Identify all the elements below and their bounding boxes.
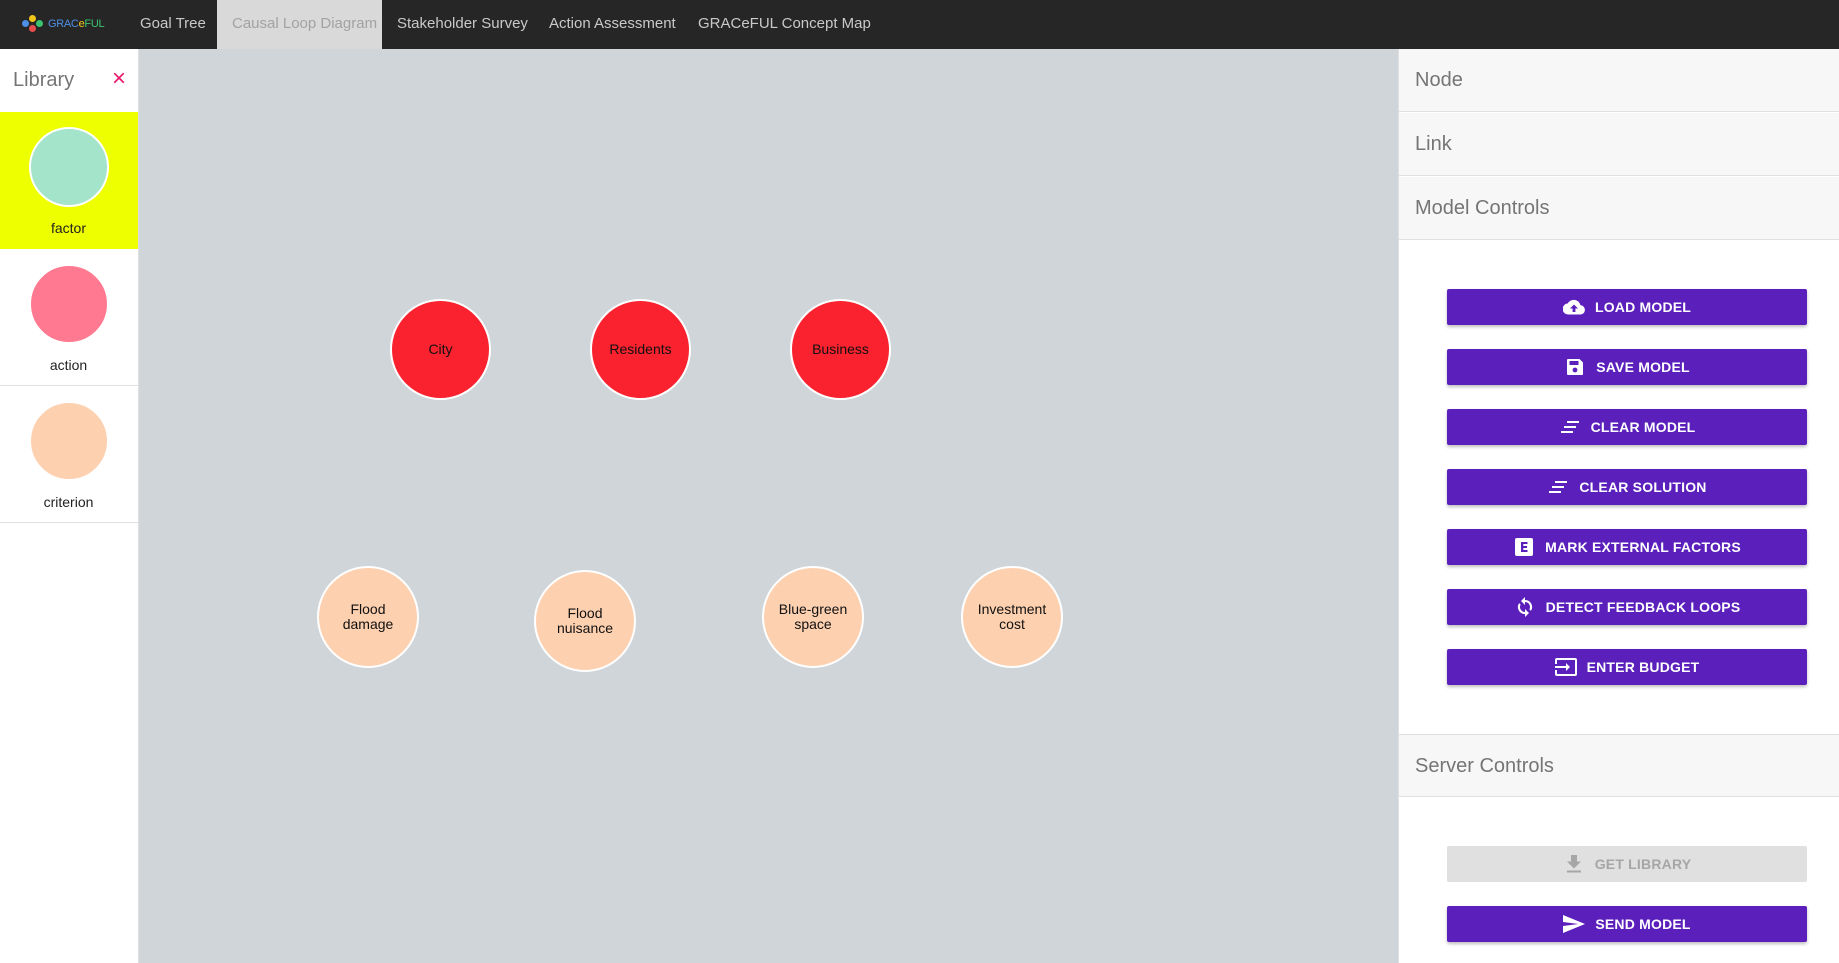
button-label: LOAD MODEL xyxy=(1594,299,1692,315)
button-label: MARK EXTERNAL FACTORS xyxy=(1545,539,1741,555)
library-item-criterion[interactable]: criterion xyxy=(0,386,138,523)
library-item-label: action xyxy=(49,357,88,373)
library-item-label: factor xyxy=(50,220,86,236)
server-controls-section-header[interactable]: Server Controls xyxy=(1399,734,1839,797)
node-label: Blue-green space xyxy=(778,601,848,632)
logo-text-part-a: GRAC xyxy=(48,18,79,30)
enter-budget-button[interactable]: ENTER BUDGET xyxy=(1447,649,1807,685)
node-business[interactable]: Business xyxy=(790,299,891,400)
node-investment-cost[interactable]: Investment cost xyxy=(961,566,1063,668)
library-sidebar: Library × factor action criterion xyxy=(0,49,139,963)
load-model-button[interactable]: LOAD MODEL xyxy=(1447,289,1807,325)
people-logo-icon xyxy=(22,15,44,33)
library-title: Library xyxy=(13,69,75,91)
tab-action-assessment[interactable]: Action Assessment xyxy=(534,0,691,49)
node-blue-green-space[interactable]: Blue-green space xyxy=(762,566,864,668)
factor-shape-icon xyxy=(29,127,109,207)
properties-panel: Node Link Model Controls LOAD MODEL SAVE… xyxy=(1398,49,1839,963)
cloud-upload-icon xyxy=(1562,296,1585,318)
section-title: Model Controls xyxy=(1415,197,1550,219)
tab-stakeholder-survey[interactable]: Stakeholder Survey xyxy=(382,0,543,49)
save-model-button[interactable]: SAVE MODEL xyxy=(1447,349,1807,385)
clear-lines-icon xyxy=(1547,476,1569,498)
logo-text: GRACeFUL xyxy=(48,18,105,30)
button-label: GET LIBRARY xyxy=(1594,856,1692,872)
node-label: Investment cost xyxy=(977,601,1047,632)
criterion-shape-icon xyxy=(29,401,109,481)
node-section-header[interactable]: Node xyxy=(1399,49,1839,112)
graceful-logo[interactable]: GRACeFUL xyxy=(22,14,105,34)
close-icon[interactable]: × xyxy=(108,67,130,91)
clear-lines-icon xyxy=(1559,416,1581,438)
clear-solution-button[interactable]: CLEAR SOLUTION xyxy=(1447,469,1807,505)
action-shape-icon xyxy=(29,264,109,344)
clear-model-button[interactable]: CLEAR MODEL xyxy=(1447,409,1807,445)
detect-feedback-loops-button[interactable]: DETECT FEEDBACK LOOPS xyxy=(1447,589,1807,625)
button-label: DETECT FEEDBACK LOOPS xyxy=(1545,599,1741,615)
library-item-label: criterion xyxy=(43,494,94,510)
button-label: SAVE MODEL xyxy=(1596,359,1690,375)
button-label: CLEAR SOLUTION xyxy=(1579,479,1707,495)
node-label: Business xyxy=(812,341,869,357)
button-label: CLEAR MODEL xyxy=(1590,419,1696,435)
tab-causal-loop-diagram[interactable]: Causal Loop Diagram xyxy=(217,0,382,49)
save-icon xyxy=(1564,356,1586,378)
download-icon xyxy=(1563,853,1585,875)
diagram-canvas[interactable]: City Residents Business Flood damage Flo… xyxy=(139,49,1398,963)
button-label: ENTER BUDGET xyxy=(1586,659,1700,675)
tab-graceful-concept-map[interactable]: GRACeFUL Concept Map xyxy=(683,0,886,49)
node-city[interactable]: City xyxy=(390,299,491,400)
section-title: Server Controls xyxy=(1415,755,1554,777)
library-item-action[interactable]: action xyxy=(0,249,138,386)
library-item-factor[interactable]: factor xyxy=(0,112,138,249)
node-label: Flood nuisance xyxy=(556,605,614,636)
send-icon xyxy=(1563,913,1586,935)
external-e-icon xyxy=(1513,536,1535,558)
node-flood-damage[interactable]: Flood damage xyxy=(317,566,419,668)
node-residents[interactable]: Residents xyxy=(590,299,691,400)
section-title: Link xyxy=(1415,133,1452,155)
library-header: Library × xyxy=(0,49,138,112)
link-section-header[interactable]: Link xyxy=(1399,113,1839,176)
mark-external-factors-button[interactable]: MARK EXTERNAL FACTORS xyxy=(1447,529,1807,565)
get-library-button[interactable]: GET LIBRARY xyxy=(1447,846,1807,882)
tab-goal-tree[interactable]: Goal Tree xyxy=(125,0,221,49)
send-model-button[interactable]: SEND MODEL xyxy=(1447,906,1807,942)
node-label: Flood damage xyxy=(342,601,394,632)
model-controls-section-header[interactable]: Model Controls xyxy=(1399,177,1839,240)
node-label: City xyxy=(428,341,453,357)
logo-text-part-c: FUL xyxy=(84,18,105,30)
input-arrow-icon xyxy=(1554,656,1577,678)
top-navigation-bar: GRACeFUL Goal Tree Causal Loop Diagram S… xyxy=(0,0,1839,49)
loop-icon xyxy=(1514,596,1536,618)
node-flood-nuisance[interactable]: Flood nuisance xyxy=(534,570,636,672)
section-title: Node xyxy=(1415,69,1463,91)
button-label: SEND MODEL xyxy=(1595,916,1691,932)
node-label: Residents xyxy=(609,341,672,357)
